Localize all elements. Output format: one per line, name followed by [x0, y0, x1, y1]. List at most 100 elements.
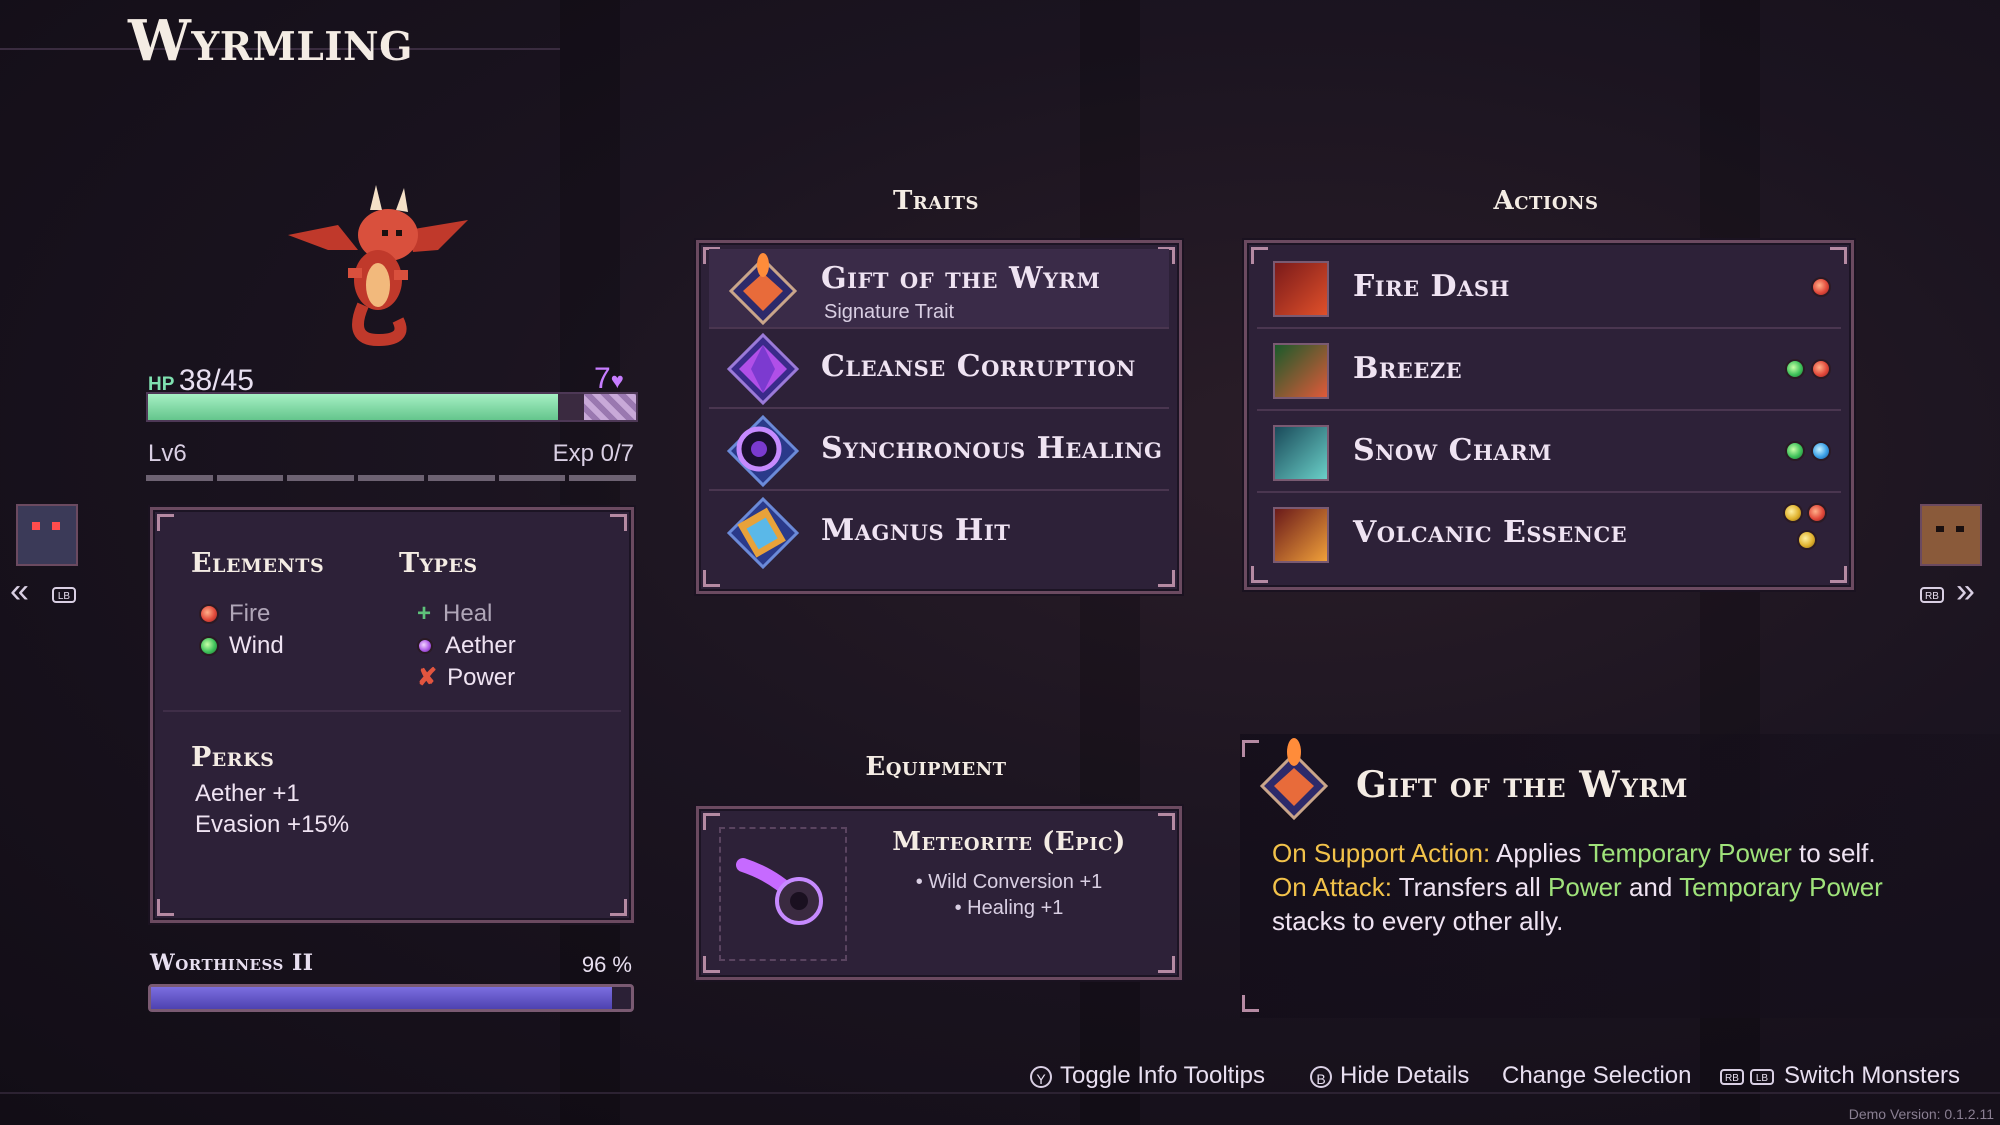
traits-heading: Traits: [892, 186, 980, 216]
perk-item: Evasion +15%: [195, 811, 350, 838]
equipment-bonus: • Wild Conversion +1: [915, 871, 1103, 893]
panel-divider: [163, 710, 621, 712]
b-button-icon: B: [1310, 1065, 1332, 1088]
action-row[interactable]: Snow Charm: [1257, 415, 1841, 493]
exp-bar: [146, 475, 637, 481]
prev-monster-portrait[interactable]: [16, 504, 78, 566]
rb-button-icon: RB: [1920, 586, 1950, 604]
actions-heading: Actions: [1493, 186, 1599, 216]
equipment-bonuses: • Wild Conversion +1 • Healing +1: [859, 869, 1159, 921]
detail-title: Gift of the Wyrm: [1356, 764, 1688, 806]
monster-name: Wyrmling: [128, 8, 413, 74]
level-label: Lv6: [148, 440, 187, 467]
lb-button-icon: LB: [52, 586, 82, 604]
element-fire: Fire: [199, 598, 284, 630]
trait-row[interactable]: Magnus Hit: [709, 495, 1169, 571]
lb-button-icon: LB: [1750, 1068, 1774, 1085]
perks-list: Aether +1 Evasion +15%: [195, 778, 349, 840]
trait-name: Synchronous Healing: [821, 431, 1163, 466]
type-power: ✘ Power: [417, 664, 516, 691]
action-cost: [1811, 277, 1831, 302]
plus-icon: +: [417, 600, 432, 627]
shield-value: 7: [594, 362, 611, 395]
hp-bar: [146, 392, 638, 422]
types-heading: Types: [399, 548, 478, 579]
equipment-heading: Equipment: [865, 752, 1007, 782]
volcanic-essence-icon: [1273, 507, 1329, 563]
trait-row[interactable]: Cleanse Corruption: [709, 331, 1169, 409]
action-cost: [1785, 359, 1831, 384]
fire-element-icon: [1811, 359, 1831, 379]
action-row[interactable]: Fire Dash: [1257, 251, 1841, 329]
action-name: Volcanic Essence: [1353, 515, 1628, 550]
next-monster-arrow-icon[interactable]: »: [1956, 572, 1975, 611]
fire-element-icon: [1811, 277, 1831, 297]
purple-gem-icon: [726, 332, 800, 406]
earth-element-icon: [1797, 530, 1817, 550]
trait-row[interactable]: Synchronous Healing: [709, 413, 1169, 491]
perks-heading: Perks: [191, 742, 275, 773]
wind-element-icon: [1785, 441, 1805, 461]
power-icon: ✘: [417, 664, 438, 691]
hide-details-hint[interactable]: B Hide Details: [1310, 1062, 1469, 1090]
wind-element-icon: [1785, 359, 1805, 379]
rb-button-icon: RB: [1720, 1068, 1744, 1085]
worthiness-label: Worthiness II: [150, 950, 314, 976]
meteorite-icon: [736, 858, 823, 925]
detail-panel: Gift of the Wyrm On Support Action: Appl…: [1240, 734, 2000, 1018]
change-selection-hint[interactable]: Change Selection: [1502, 1062, 1691, 1090]
water-element-icon: [1811, 441, 1831, 461]
switch-monsters-hint[interactable]: RB LB Switch Monsters: [1720, 1062, 1960, 1090]
shield-heart-icon: ♥: [610, 368, 624, 393]
elements-heading: Elements: [191, 548, 325, 579]
trait-subtitle: Signature Trait: [824, 301, 955, 323]
action-cost: [1783, 503, 1831, 555]
action-name: Fire Dash: [1353, 269, 1510, 304]
y-button-icon: Y: [1030, 1065, 1052, 1088]
fire-element-icon: [1807, 503, 1827, 523]
aether-orb-icon: [417, 638, 433, 654]
monster-info-panel: Elements Fire Wind Types + Heal Aether ✘ P…: [150, 507, 634, 923]
trait-row-selected[interactable]: Gift of the Wyrm Signature Trait: [709, 249, 1169, 329]
prev-monster-arrow-icon[interactable]: «: [10, 572, 29, 611]
action-name: Snow Charm: [1353, 433, 1552, 468]
wind-element-icon: [199, 636, 219, 656]
wyrmling-sprite: [288, 185, 468, 347]
types-list: + Heal Aether ✘ Power: [417, 598, 516, 694]
worthiness-percent: 96 %: [581, 952, 632, 977]
shield-readout: 7♥: [594, 362, 624, 396]
elements-list: Fire Wind: [199, 598, 284, 662]
type-aether: Aether: [417, 630, 516, 662]
worthiness-bar: [148, 984, 634, 1012]
version-label: Demo Version: 0.1.2.11: [1848, 1106, 1994, 1122]
fire-dash-icon: [1273, 261, 1329, 317]
equipment-panel[interactable]: Meteorite (Epic) • Wild Conversion +1 • …: [696, 806, 1182, 980]
trait-name: Gift of the Wyrm: [821, 261, 1101, 296]
type-heal: + Heal: [417, 600, 493, 627]
swirl-orb-icon: [726, 414, 800, 488]
footer-divider: [0, 1092, 2000, 1094]
trait-name: Cleanse Corruption: [821, 349, 1136, 384]
hp-bar-fill: [148, 394, 558, 420]
earth-element-icon: [1783, 503, 1803, 523]
detail-description: On Support Action: Applies Temporary Pow…: [1272, 838, 1883, 936]
action-name: Breeze: [1353, 351, 1463, 386]
fire-element-icon: [199, 604, 219, 624]
shield-bar-segment: [584, 394, 636, 420]
wyrm-crest-icon: [1259, 738, 1329, 821]
wyrm-crest-icon: [728, 253, 798, 326]
toggle-tooltips-hint[interactable]: Y Toggle Info Tooltips: [1030, 1062, 1265, 1090]
perk-item: Aether +1: [195, 780, 300, 807]
action-row[interactable]: Breeze: [1257, 333, 1841, 411]
element-wind: Wind: [199, 630, 284, 662]
action-row[interactable]: Volcanic Essence: [1257, 497, 1841, 573]
equipment-bonus: • Healing +1: [954, 897, 1064, 919]
snow-charm-icon: [1273, 425, 1329, 481]
breeze-icon: [1273, 343, 1329, 399]
crystal-hammer-icon: [726, 496, 800, 570]
trait-name: Magnus Hit: [821, 513, 1011, 548]
next-monster-portrait[interactable]: [1920, 504, 1982, 566]
equipment-name: Meteorite (Epic): [892, 827, 1126, 857]
exp-label: Exp 0/7: [552, 440, 634, 467]
traits-panel: Gift of the Wyrm Signature Trait Cleanse…: [696, 240, 1182, 594]
